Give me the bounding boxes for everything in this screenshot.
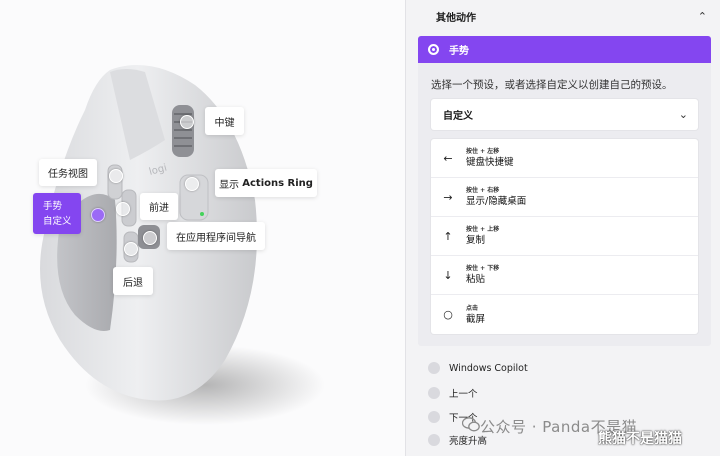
arrow-up-icon: ↑ <box>443 229 453 243</box>
gesture-action-row[interactable]: ○ 点击 截屏 <box>431 295 698 334</box>
chevron-up-icon[interactable]: ⌃ <box>698 10 707 23</box>
radio-unselected-icon[interactable] <box>428 434 440 446</box>
radio-selected-icon[interactable] <box>428 44 439 55</box>
gesture-action-row[interactable]: ↓ 按住 + 下移粘贴 <box>431 256 698 295</box>
gesture-option-label: 手势 <box>449 46 469 57</box>
callout-task-view[interactable]: 任务视图 <box>39 159 97 186</box>
gesture-instruction: 选择一个预设，或者选择自定义以创建自己的预设。 <box>431 79 673 91</box>
radio-unselected-icon[interactable] <box>428 362 440 374</box>
callout-middle-button[interactable]: 中键 <box>205 107 244 135</box>
callout-title: 手势 <box>43 200 63 212</box>
preset-dropdown[interactable]: 自定义 ⌄ <box>431 99 698 130</box>
hotspot-back[interactable] <box>124 242 138 256</box>
option-label: 上一个 <box>449 389 478 400</box>
callout-subtitle: 自定义 <box>43 215 72 227</box>
callout-label: 在应用程序间导航 <box>176 232 256 244</box>
radio-unselected-icon[interactable] <box>428 411 440 423</box>
callout-label: 中键 <box>214 117 235 129</box>
callout-label: 前进 <box>149 203 169 214</box>
gesture-option-header[interactable]: 手势 <box>418 36 711 63</box>
hotspot-task-view[interactable] <box>109 169 123 183</box>
callout-forward[interactable]: 前进 <box>140 193 178 220</box>
gesture-action-text: 按住 + 上移复制 <box>466 225 499 247</box>
hotspot-app-navigation[interactable] <box>143 231 157 245</box>
gesture-trigger: 按住 + 下移 <box>466 265 500 272</box>
hotspot-forward[interactable] <box>116 202 130 216</box>
gesture-trigger: 按住 + 左移 <box>466 148 500 155</box>
gesture-action-text: 按住 + 下移粘贴 <box>466 264 499 286</box>
gesture-action-text: 按住 + 右移显示/隐藏桌面 <box>466 186 526 208</box>
gesture-action-row[interactable]: ← 按住 + 左移键盘快捷键 <box>431 139 698 178</box>
option-label: Windows Copilot <box>449 362 528 374</box>
arrow-left-icon: ← <box>443 151 453 165</box>
device-view: logi 中键 任务视图 显示 Actions Ring 手势 自定义 前进 在… <box>0 0 405 456</box>
gesture-action-list: ← 按住 + 左移键盘快捷键 → 按住 + 右移显示/隐藏桌面 ↑ 按住 + 上移复制 ↓ 按… <box>431 139 698 334</box>
radio-unselected-icon[interactable] <box>428 387 440 399</box>
hotspot-middle-button[interactable] <box>180 115 194 129</box>
callout-app-navigation[interactable]: 在应用程序间导航 <box>167 222 265 250</box>
callout-actions-ring[interactable]: 显示 Actions Ring <box>215 169 317 197</box>
callout-gesture-active[interactable]: 手势 自定义 <box>33 193 81 234</box>
gesture-action-name: 复制 <box>466 235 486 246</box>
section-header-other-actions[interactable]: 其他动作 ⌃ <box>406 0 720 32</box>
gesture-action-text: 点击 截屏 <box>466 304 485 326</box>
gesture-action-name: 粘贴 <box>466 274 486 285</box>
section-title: 其他动作 <box>436 12 476 24</box>
hotspot-gesture[interactable] <box>91 208 105 222</box>
option-brightness-up[interactable]: 亮度升高 <box>428 433 487 447</box>
gesture-trigger: 按住 + 右移 <box>466 187 500 194</box>
gesture-action-row[interactable]: ↑ 按住 + 上移复制 <box>431 217 698 256</box>
chevron-down-icon: ⌄ <box>678 108 688 121</box>
wechat-icon <box>462 417 480 432</box>
gesture-action-name: 键盘快捷键 <box>466 157 514 168</box>
callout-label: 后退 <box>123 277 143 289</box>
gesture-trigger: 点击 <box>466 304 479 312</box>
callout-label: 显示 <box>219 179 240 191</box>
option-windows-copilot[interactable]: Windows Copilot <box>428 362 528 374</box>
gesture-action-name: 截屏 <box>466 313 486 325</box>
arrow-right-icon: → <box>443 190 453 204</box>
gesture-action-name: 显示/隐藏桌面 <box>466 196 527 207</box>
callout-label: 任务视图 <box>48 169 88 180</box>
watermark-overlay: 熊猫不是猫猫 <box>598 431 682 447</box>
hotspot-actions-ring[interactable] <box>185 177 199 191</box>
gesture-option-card: 手势 选择一个预设，或者选择自定义以创建自己的预设。 自定义 ⌄ ← 按住 + 左… <box>418 36 711 346</box>
gesture-trigger: 按住 + 上移 <box>466 226 500 233</box>
callout-back[interactable]: 后退 <box>113 267 153 295</box>
click-circle-icon: ○ <box>443 308 453 321</box>
option-previous[interactable]: 上一个 <box>428 386 478 400</box>
arrow-down-icon: ↓ <box>443 268 453 282</box>
gesture-action-row[interactable]: → 按住 + 右移显示/隐藏桌面 <box>431 178 698 217</box>
gesture-action-text: 按住 + 左移键盘快捷键 <box>466 147 514 169</box>
preset-selected-value: 自定义 <box>443 111 473 122</box>
callout-label-bold: Actions Ring <box>242 177 313 189</box>
